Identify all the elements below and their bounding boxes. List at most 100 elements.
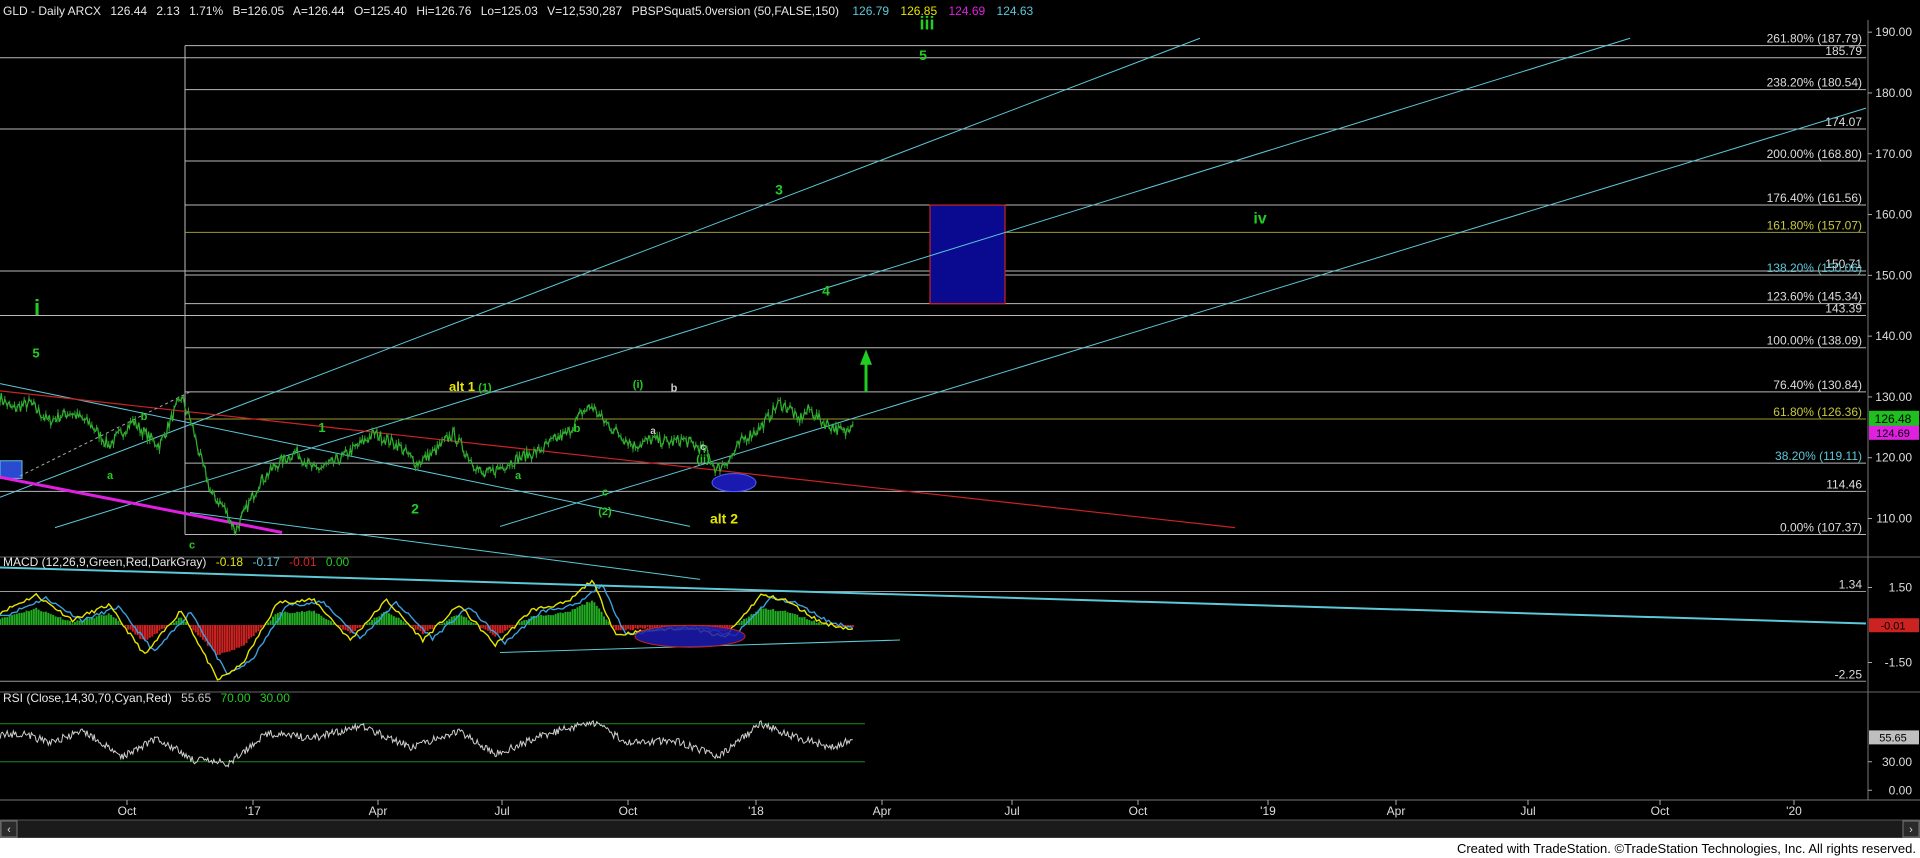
macd-value-4: 0.00 bbox=[326, 555, 350, 569]
wave-label: 4 bbox=[822, 282, 830, 298]
x-tick-label: Jul bbox=[1004, 804, 1019, 818]
open: O=125.40 bbox=[354, 4, 407, 18]
wave-label: a bbox=[650, 426, 656, 437]
wave-label: c bbox=[700, 442, 706, 453]
fib-label: 138.20% (150.06) bbox=[1767, 261, 1862, 275]
macd-value-1: -0.18 bbox=[216, 555, 244, 569]
rsi-last-value: 55.65 bbox=[1879, 732, 1907, 744]
scroll-right-icon: › bbox=[1909, 824, 1913, 836]
fib-label: 38.20% (119.11) bbox=[1775, 449, 1862, 463]
last-price-value: 126.48 bbox=[1875, 412, 1912, 426]
rsi-y-tick-label: 30.00 bbox=[1882, 755, 1912, 769]
rsi-y-tick-label: 0.00 bbox=[1889, 783, 1913, 797]
fib-label: 176.40% (161.56) bbox=[1767, 191, 1862, 205]
macd-y-tick-label: 1.50 bbox=[1889, 581, 1913, 595]
pink-price-value: 124.69 bbox=[1876, 428, 1910, 440]
fib-label: 114.46 bbox=[1826, 477, 1862, 491]
macd-value-2: -0.17 bbox=[252, 555, 280, 569]
y-tick-label: 160.00 bbox=[1875, 208, 1912, 222]
fib-label: 76.40% (130.84) bbox=[1773, 378, 1862, 392]
y-tick-label: 140.00 bbox=[1875, 329, 1912, 343]
macd-title: MACD (12,26,9,Green,Red,DarkGray) -0.18 … bbox=[3, 555, 350, 569]
wave-label: c bbox=[602, 486, 608, 498]
y-tick-label: 180.00 bbox=[1875, 86, 1912, 100]
fib-label: 238.20% (180.54) bbox=[1767, 76, 1862, 90]
x-tick-label: Jul bbox=[1520, 804, 1535, 818]
study-value-1: 126.79 bbox=[852, 4, 889, 18]
x-tick-label: Oct bbox=[118, 804, 137, 818]
x-tick-label: Apr bbox=[369, 804, 388, 818]
x-tick-label: '17 bbox=[245, 804, 261, 818]
scroll-left-icon: ‹ bbox=[7, 824, 11, 836]
ellipse-marker bbox=[711, 473, 757, 493]
rsi-name: RSI (Close,14,30,70,Cyan,Red) bbox=[3, 691, 172, 705]
wave-label: (ii) bbox=[696, 454, 710, 466]
x-tick-label: '20 bbox=[1786, 804, 1802, 818]
rsi-value-2: 70.00 bbox=[220, 691, 250, 705]
wave-label: a bbox=[107, 470, 114, 482]
horizontal-scrollbar[interactable]: ‹ › bbox=[0, 819, 1920, 839]
fib-label: 100.00% (138.09) bbox=[1767, 334, 1862, 348]
wave-label: 3 bbox=[775, 181, 783, 197]
wave-label: b bbox=[574, 423, 581, 435]
macd-y-tick-label: -1.50 bbox=[1885, 656, 1913, 670]
wave-label: a bbox=[515, 470, 522, 482]
macd-last-value: -0.01 bbox=[1880, 620, 1905, 632]
macd-ellipse bbox=[634, 624, 746, 648]
x-tick-label: Apr bbox=[873, 804, 892, 818]
wave-label: 2 bbox=[411, 501, 419, 517]
wave-label: alt 1 bbox=[449, 379, 475, 394]
wave-label: iii bbox=[919, 14, 934, 34]
symbol: GLD - Daily ARCX bbox=[3, 4, 101, 18]
last-price: 126.44 bbox=[110, 4, 147, 18]
wave-label: (1) bbox=[478, 382, 492, 394]
fib-label: 174.07 bbox=[1825, 115, 1862, 129]
rsi-value-1: 55.65 bbox=[181, 691, 211, 705]
rsi-value-3: 30.00 bbox=[260, 691, 290, 705]
wave-label: 1 bbox=[318, 420, 325, 435]
rsi-title: RSI (Close,14,30,70,Cyan,Red) 55.65 70.0… bbox=[3, 691, 290, 705]
x-tick-label: Oct bbox=[1129, 804, 1148, 818]
wave-label: (2) bbox=[598, 506, 612, 518]
wave-label: 5 bbox=[919, 47, 927, 63]
wave-label: 5 bbox=[32, 345, 39, 360]
change-pct: 1.71% bbox=[189, 4, 223, 18]
x-tick-label: '19 bbox=[1260, 804, 1276, 818]
study-value-3: 124.69 bbox=[948, 4, 985, 18]
y-tick-label: 120.00 bbox=[1875, 451, 1912, 465]
wave-label: (i) bbox=[633, 379, 644, 391]
footer-credit: Created with TradeStation. ©TradeStation… bbox=[1457, 841, 1916, 856]
fib-label: 143.39 bbox=[1825, 302, 1862, 316]
y-tick-label: 130.00 bbox=[1875, 390, 1912, 404]
x-tick-label: Oct bbox=[619, 804, 638, 818]
study-value-4: 124.63 bbox=[997, 4, 1034, 18]
fib-label: 61.80% (126.36) bbox=[1773, 405, 1862, 419]
macd-value-3: -0.01 bbox=[289, 555, 317, 569]
x-tick-label: Apr bbox=[1387, 804, 1406, 818]
chart-canvas: GLD - Daily ARCX 126.44 2.13 1.71% B=126… bbox=[0, 0, 1920, 858]
wave-label: iv bbox=[1253, 211, 1266, 228]
macd-level-label: 1.34 bbox=[1839, 578, 1863, 592]
low: Lo=125.03 bbox=[481, 4, 538, 18]
y-tick-label: 110.00 bbox=[1876, 512, 1912, 526]
y-tick-label: 150.00 bbox=[1875, 268, 1912, 282]
x-tick-label: Oct bbox=[1651, 804, 1670, 818]
chart-header: GLD - Daily ARCX 126.44 2.13 1.71% B=126… bbox=[3, 4, 1034, 18]
wave-label: i bbox=[34, 295, 40, 320]
y-tick-label: 190.00 bbox=[1875, 25, 1912, 39]
change: 2.13 bbox=[156, 4, 180, 18]
study-name: PBSPSquat5.0version (50,FALSE,150) bbox=[632, 4, 839, 18]
fib-label: 185.79 bbox=[1825, 44, 1862, 58]
macd-level-label: -2.25 bbox=[1835, 667, 1863, 681]
macd-name: MACD (12,26,9,Green,Red,DarkGray) bbox=[3, 555, 206, 569]
high: Hi=126.76 bbox=[416, 4, 471, 18]
ask: A=126.44 bbox=[293, 4, 345, 18]
wave-label: alt 2 bbox=[710, 510, 738, 526]
fib-label: 161.80% (157.07) bbox=[1767, 218, 1862, 232]
wave-label: b bbox=[141, 411, 148, 423]
volume: V=12,530,287 bbox=[547, 4, 622, 18]
x-tick-label: '18 bbox=[748, 804, 764, 818]
y-tick-label: 170.00 bbox=[1875, 147, 1912, 161]
bid: B=126.05 bbox=[233, 4, 285, 18]
fib-label: 0.00% (107.37) bbox=[1780, 521, 1862, 535]
